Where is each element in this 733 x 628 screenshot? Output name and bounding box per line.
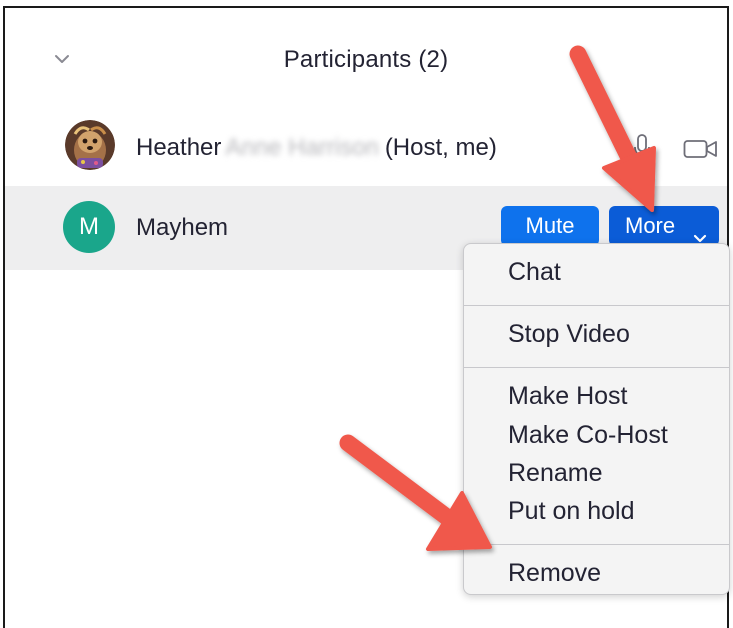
menu-divider xyxy=(464,544,729,545)
more-button-label: More xyxy=(625,213,676,238)
menu-item-chat[interactable]: Chat xyxy=(508,258,561,287)
chevron-down-icon xyxy=(693,219,707,243)
microphone-icon[interactable] xyxy=(633,134,651,162)
role-suffix: (Host, me) xyxy=(384,134,497,161)
menu-item-remove[interactable]: Remove xyxy=(508,559,601,588)
menu-divider xyxy=(464,305,729,306)
menu-item-make-host[interactable]: Make Host xyxy=(508,382,627,411)
redacted-name: Anne Harrison xyxy=(225,134,379,161)
more-dropdown-menu: Chat Stop Video Make Host Make Co-Host R… xyxy=(463,243,730,595)
mute-button[interactable]: Mute xyxy=(501,206,599,246)
participant-row-host[interactable]: Heather Anne Harrison (Host, me) xyxy=(5,104,727,188)
menu-item-stop-video[interactable]: Stop Video xyxy=(508,320,630,349)
menu-item-rename[interactable]: Rename xyxy=(508,459,603,488)
panel-header: Participants (2) xyxy=(5,8,727,112)
panel-title: Participants (2) xyxy=(283,46,449,73)
participant-name: Mayhem xyxy=(136,214,229,241)
video-camera-icon[interactable] xyxy=(683,139,719,159)
more-button[interactable]: More xyxy=(609,206,719,246)
participant-first-name: Heather xyxy=(136,134,222,161)
menu-item-put-on-hold[interactable]: Put on hold xyxy=(508,497,635,526)
menu-item-make-co-host[interactable]: Make Co-Host xyxy=(508,421,668,450)
menu-divider xyxy=(464,367,729,368)
avatar xyxy=(65,120,115,170)
participant-name: Heather Anne Harrison (Host, me) xyxy=(136,134,497,162)
avatar: M xyxy=(63,201,115,253)
